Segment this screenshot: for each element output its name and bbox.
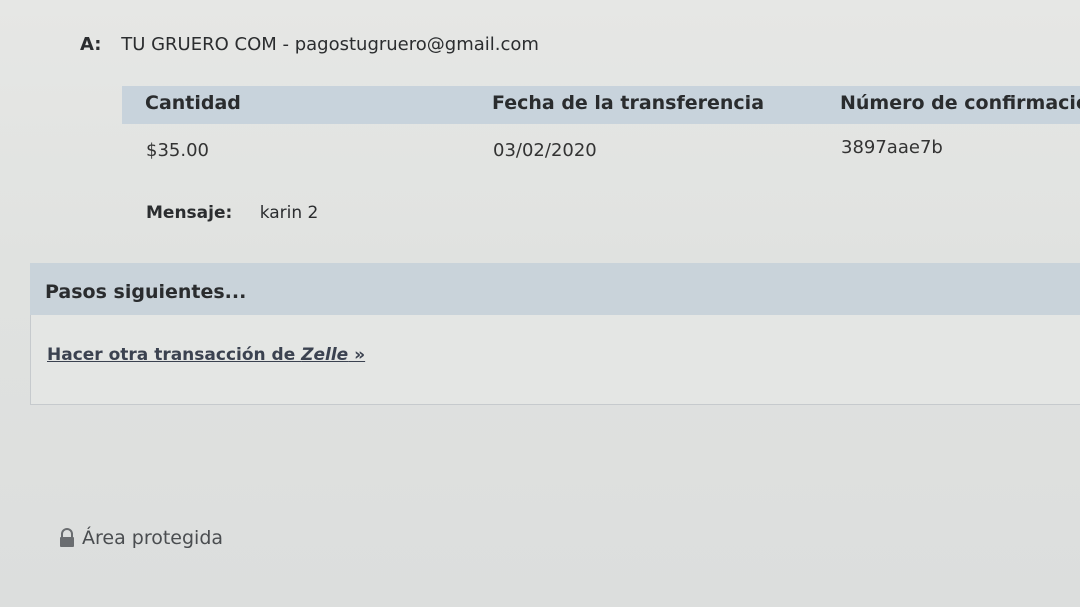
column-header-confirmation: Número de confirmació: [840, 92, 1080, 114]
column-header-date: Fecha de la transferencia: [492, 92, 765, 114]
confirmation-value: 3897aae7b: [841, 137, 943, 158]
message-value: karin 2: [259, 203, 319, 223]
column-header-amount: Cantidad: [145, 92, 241, 114]
new-zelle-transaction-link[interactable]: Hacer otra transacción de Zelle »: [47, 345, 365, 365]
recipient-line: A: TU GRUERO COM - pagostugruero@gmail.c…: [80, 34, 539, 55]
lock-icon: [58, 528, 76, 548]
date-value: 03/02/2020: [493, 140, 597, 161]
message-line: Mensaje: karin 2: [146, 203, 318, 223]
protected-label: Área protegida: [82, 527, 224, 549]
link-brand: Zelle: [301, 345, 349, 365]
recipient-value: TU GRUERO COM - pagostugruero@gmail.com: [121, 34, 539, 55]
link-suffix: »: [348, 345, 366, 365]
protected-area: Área protegida: [58, 527, 223, 549]
link-prefix: Hacer otra transacción de: [47, 345, 302, 365]
recipient-label: A:: [80, 34, 102, 55]
next-steps-title: Pasos siguientes...: [45, 281, 247, 303]
transfer-confirmation-page: A: TU GRUERO COM - pagostugruero@gmail.c…: [0, 0, 1080, 607]
message-label: Mensaje:: [146, 203, 233, 223]
amount-value: $35.00: [146, 140, 209, 161]
